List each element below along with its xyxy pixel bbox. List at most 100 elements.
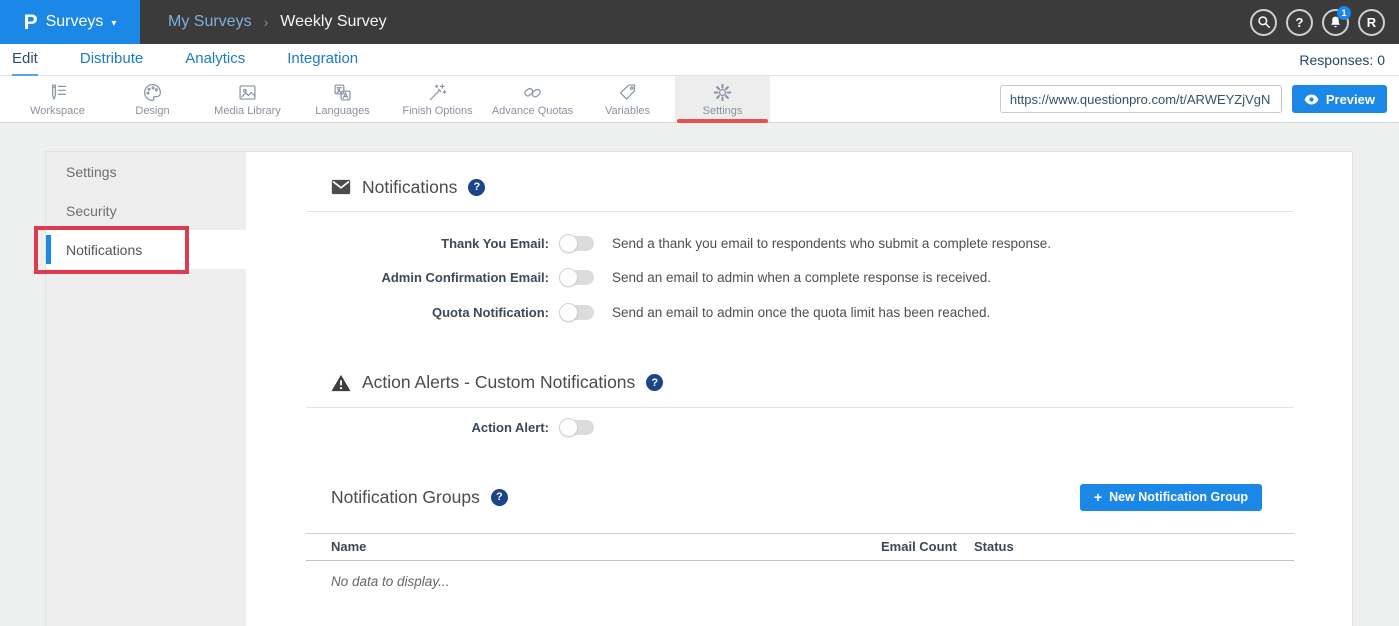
notifications-help-icon[interactable]: ? (468, 179, 485, 196)
admin-confirmation-email-label: Admin Confirmation Email: (306, 270, 549, 285)
admin-confirmation-email-description: Send an email to admin when a complete r… (612, 270, 991, 285)
envelope-icon (331, 179, 351, 195)
column-header-email-count: Email Count (881, 539, 974, 554)
notification-toggle-rows: Thank You Email: Send a thank you email … (306, 226, 1294, 330)
advance-quotas-icon (522, 82, 543, 103)
toolbar-label: Media Library (214, 105, 281, 117)
sidebar-item-security[interactable]: Security (46, 191, 246, 230)
thank-you-email-description: Send a thank you email to respondents wh… (612, 236, 1051, 251)
tab-analytics[interactable]: Analytics (185, 44, 245, 76)
toolbar-item-languages[interactable]: Languages (295, 76, 390, 122)
action-alert-rows: Action Alert: (306, 414, 1294, 442)
preview-button[interactable]: Preview (1292, 85, 1387, 113)
eye-icon (1304, 94, 1319, 105)
help-button[interactable]: ? (1286, 9, 1313, 36)
account-avatar[interactable]: R (1358, 9, 1385, 36)
breadcrumb: My Surveys › Weekly Survey (168, 0, 387, 44)
action-alert-label: Action Alert: (306, 420, 549, 435)
breadcrumb-current-survey: Weekly Survey (280, 13, 386, 31)
sidebar-item-notifications[interactable]: Notifications (46, 230, 246, 269)
notification-groups-header: Notification Groups ? + New Notification… (306, 484, 1294, 511)
thank-you-email-row: Thank You Email: Send a thank you email … (306, 226, 1294, 261)
notifications-section-header: Notifications ? (306, 174, 1294, 200)
breadcrumb-my-surveys[interactable]: My Surveys (168, 13, 252, 31)
sidebar-item-label: Security (66, 203, 117, 219)
survey-nav: Edit Distribute Analytics Integration Re… (0, 44, 1399, 76)
toolbar-right: Preview (1000, 76, 1399, 122)
toolbar-item-finish-options[interactable]: Finish Options (390, 76, 485, 122)
notification-groups-help-icon[interactable]: ? (491, 489, 508, 506)
toolbar-label: Languages (315, 105, 369, 117)
toggle-knob (559, 418, 578, 437)
toolbar-label: Design (135, 105, 169, 117)
action-alert-toggle[interactable] (561, 420, 594, 435)
search-icon (1257, 15, 1271, 29)
workspace-icon (47, 82, 68, 103)
tab-integration[interactable]: Integration (287, 44, 358, 76)
media-library-icon (237, 82, 258, 103)
settings-panel: Settings Security Notifications Notifica… (45, 151, 1353, 626)
variables-icon (617, 82, 638, 103)
survey-url-input[interactable] (1000, 85, 1282, 113)
warning-triangle-icon (331, 374, 351, 392)
action-alerts-help-icon[interactable]: ? (646, 374, 663, 391)
notifications-content: Notifications ? Thank You Email: Send a … (246, 152, 1352, 626)
chevron-down-icon: ▾ (111, 16, 116, 29)
breadcrumb-separator: › (264, 14, 269, 30)
thank-you-email-toggle[interactable] (561, 236, 594, 251)
active-indicator-bar (46, 235, 51, 264)
toolbar-item-workspace[interactable]: Workspace (10, 76, 105, 122)
settings-icon (712, 82, 733, 103)
questionpro-logo-icon: P (24, 12, 38, 33)
admin-confirmation-email-row: Admin Confirmation Email: Send an email … (306, 261, 1294, 296)
sidebar-item-label: Settings (66, 164, 117, 180)
surveys-menu-label: Surveys (46, 13, 104, 31)
column-header-status: Status (974, 539, 1294, 554)
sidebar-item-label: Notifications (66, 242, 142, 258)
toolbar-label: Workspace (30, 105, 85, 117)
toolbar-label: Variables (605, 105, 650, 117)
quota-notification-toggle[interactable] (561, 305, 594, 320)
plus-icon: + (1094, 489, 1102, 505)
action-alert-row: Action Alert: (306, 414, 1294, 442)
toolbar-item-settings[interactable]: Settings (675, 76, 770, 122)
notifications-button[interactable]: 1 (1322, 9, 1349, 36)
notification-badge: 1 (1337, 6, 1351, 20)
top-bar: P Surveys ▾ My Surveys › Weekly Survey ?… (0, 0, 1399, 44)
avatar-initial: R (1367, 15, 1376, 30)
toolbar-label: Advance Quotas (492, 105, 573, 117)
tab-distribute[interactable]: Distribute (80, 44, 143, 76)
design-icon (142, 82, 163, 103)
admin-confirmation-email-toggle[interactable] (561, 270, 594, 285)
divider (306, 407, 1294, 408)
notification-groups-title-wrap: Notification Groups ? (331, 487, 508, 508)
action-alerts-section-header: Action Alerts - Custom Notifications ? (306, 370, 1294, 396)
notification-groups-table: Name Email Count Status No data to displ… (306, 533, 1294, 589)
toolbar-label: Finish Options (402, 105, 472, 117)
languages-icon (332, 82, 353, 103)
empty-table-message: No data to display... (306, 574, 1294, 589)
toolbar-item-design[interactable]: Design (105, 76, 200, 122)
section-title: Action Alerts - Custom Notifications (362, 372, 635, 393)
toolbar-label: Settings (703, 105, 743, 117)
toolbar-item-advance-quotas[interactable]: Advance Quotas (485, 76, 580, 122)
search-button[interactable] (1250, 9, 1277, 36)
toggle-knob (559, 268, 578, 287)
toggle-knob (559, 234, 578, 253)
column-header-name: Name (306, 539, 881, 554)
responses-count: Responses: 0 (1299, 52, 1385, 68)
question-mark-icon: ? (1296, 15, 1304, 30)
edit-toolbar: Workspace Design Media Library Languages (0, 76, 1399, 123)
toolbar-item-variables[interactable]: Variables (580, 76, 675, 122)
settings-sidebar: Settings Security Notifications (46, 152, 246, 626)
new-notification-group-button[interactable]: + New Notification Group (1080, 484, 1262, 511)
sidebar-item-settings[interactable]: Settings (46, 152, 246, 191)
tab-edit[interactable]: Edit (12, 44, 38, 76)
toolbar-item-media-library[interactable]: Media Library (200, 76, 295, 122)
surveys-menu-button[interactable]: P Surveys ▾ (0, 0, 140, 44)
finish-options-icon (427, 82, 448, 103)
quota-notification-label: Quota Notification: (306, 305, 549, 320)
quota-notification-row: Quota Notification: Send an email to adm… (306, 295, 1294, 330)
table-header-row: Name Email Count Status (306, 533, 1294, 561)
thank-you-email-label: Thank You Email: (306, 236, 549, 251)
